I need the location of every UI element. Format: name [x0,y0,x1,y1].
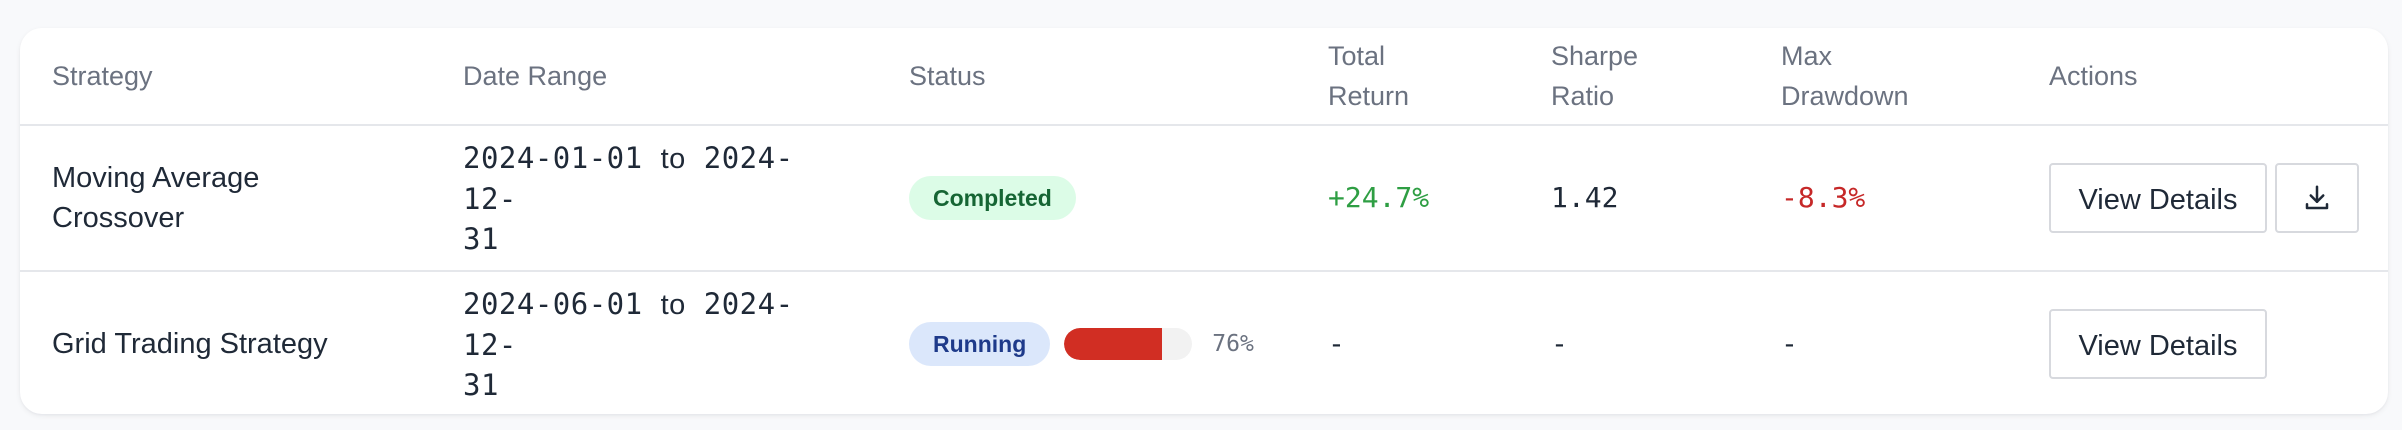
date-range: 2024-01-01 to 2024-12- 31 [431,125,877,272]
header-max-drawdown: Max Drawdown [1749,28,2017,126]
header-total-return: Total Return [1296,28,1519,126]
view-details-button[interactable]: View Details [2049,163,2267,233]
date-range: 2024-06-01 to 2024-12- 31 [463,286,794,402]
header-actions: Actions [2017,28,2388,126]
progress-bar-fill [1064,328,1162,360]
status-badge: Running [909,322,1051,366]
table-row: Moving Average Crossover 2024-01-01 to 20… [20,125,2388,272]
header-status: Status [877,28,1296,126]
header-sharpe-ratio: Sharpe Ratio [1519,28,1749,126]
view-details-button[interactable]: View Details [2049,309,2267,379]
strategies-table: Strategy Date Range Status Total Return S… [20,28,2388,414]
total-return-value: +24.7% [1296,125,1519,272]
status-badge: Completed [909,176,1076,220]
table-header-row: Strategy Date Range Status Total Return S… [20,28,2388,126]
header-strategy: Strategy [20,28,431,126]
sharpe-ratio-value: - [1551,327,1568,360]
table-row: Grid Trading Strategy 2024-06-01 to 2024… [20,271,2388,414]
sharpe-ratio-value: 1.42 [1519,125,1749,272]
strategy-name: Grid Trading Strategy [52,328,328,360]
progress-bar [1064,328,1193,360]
progress-percent: 76% [1212,331,1254,357]
download-button[interactable] [2275,163,2359,233]
actions-cell: View Details [2017,271,2388,414]
status-cell: Completed [877,125,1296,272]
total-return-value: - [1328,327,1345,360]
progress-indicator: 76% [1064,324,1254,364]
max-drawdown-value: - [1781,327,1798,360]
actions-cell: View Details [2017,125,2388,272]
backtest-results-card: Strategy Date Range Status Total Return S… [20,28,2388,414]
max-drawdown-value: -8.3% [1749,125,2017,272]
status-cell: Running 76% [877,271,1296,414]
strategy-name: Moving Average Crossover [20,125,431,272]
header-date-range: Date Range [431,28,877,126]
download-icon [2305,185,2329,210]
